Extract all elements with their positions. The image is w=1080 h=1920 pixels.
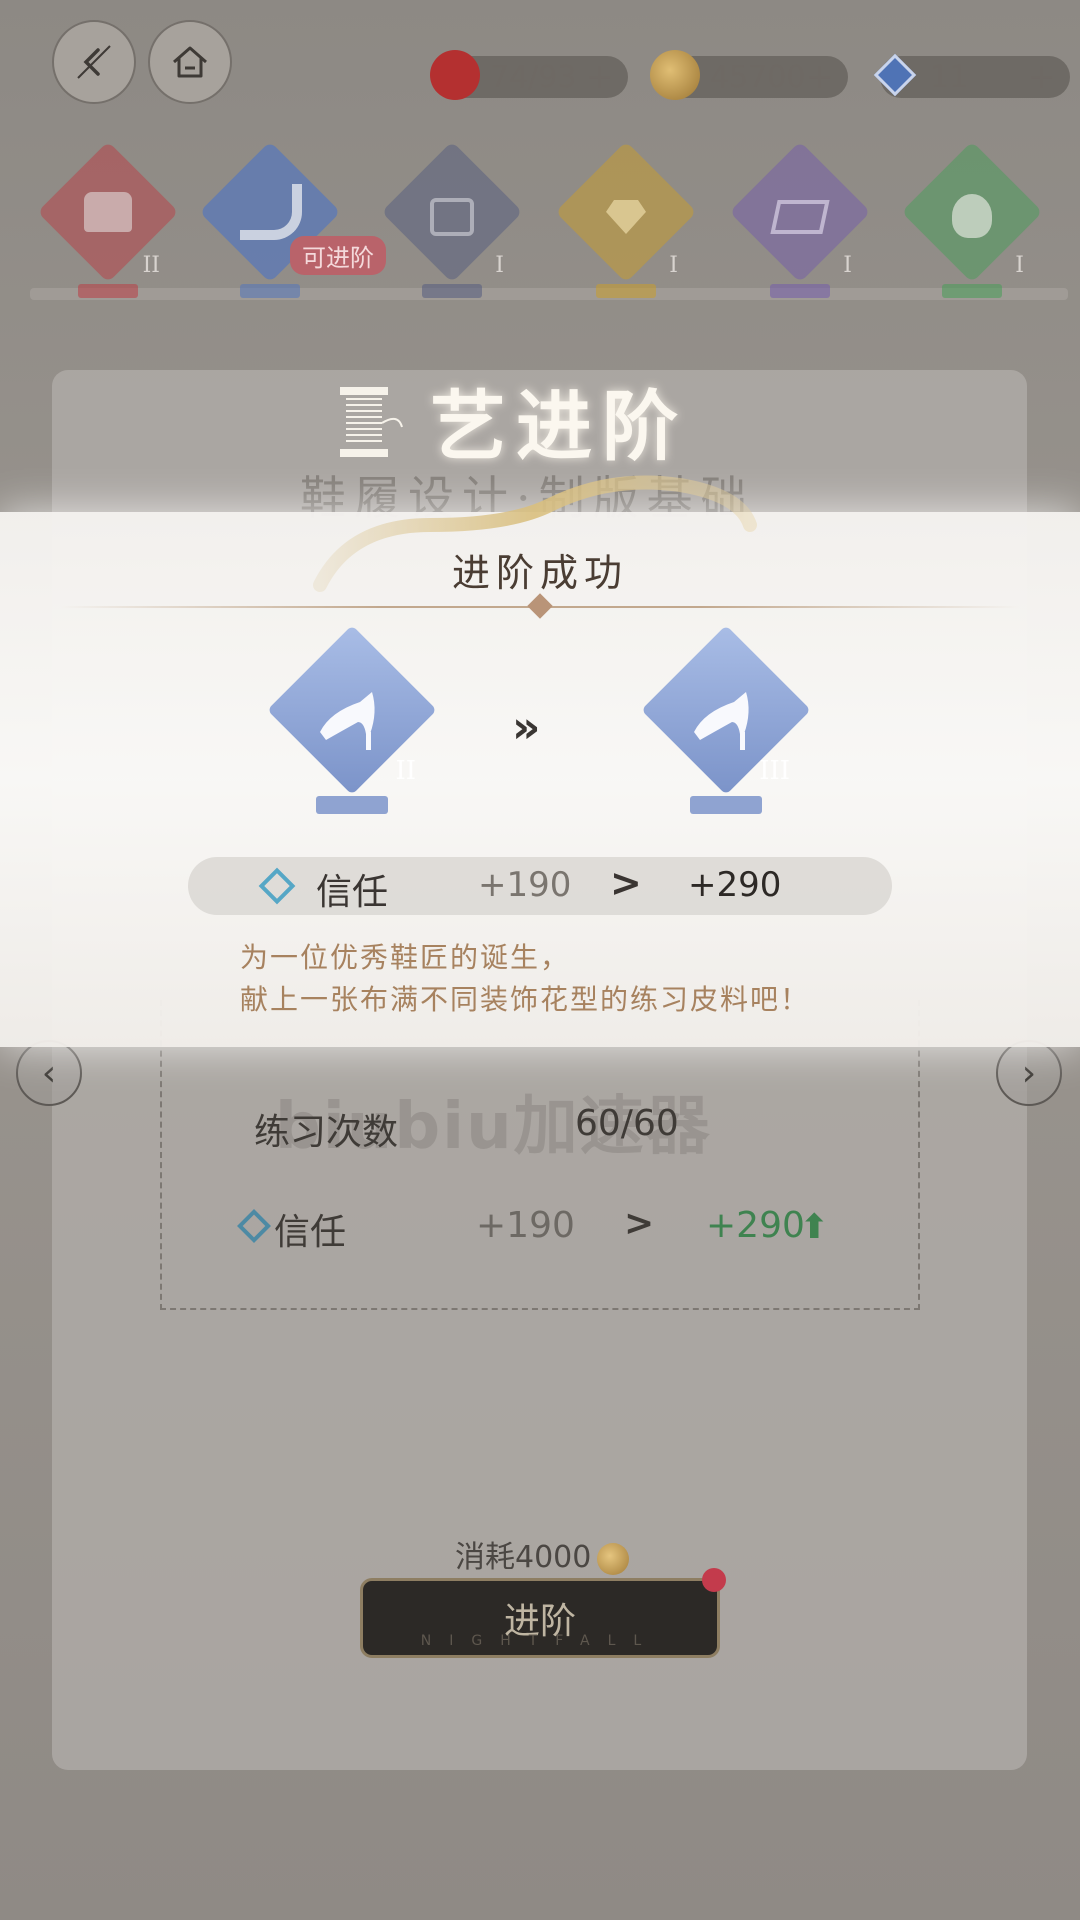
back-button[interactable] [52,20,136,104]
up-arrow-icon: ⬆ [800,1207,829,1247]
home-icon [173,46,207,78]
stamina-value: 74/93 [490,59,577,95]
thread-spool-icon [340,387,403,457]
gold-sparkle-decoration [313,475,757,592]
apple-icon [430,50,480,100]
chevron-right-icon: > [610,861,642,905]
laptop-icon [770,200,830,234]
high-heel-icon [694,692,749,750]
home-button[interactable] [148,20,232,104]
stamina-plus-button[interactable]: + [586,56,615,98]
gem-resource[interactable]: 11 + [873,53,1070,98]
category-shoes[interactable]: II [199,141,341,298]
previous-arrow-button[interactable]: ‹ [16,1040,82,1106]
trust-to-value: +290 [706,1205,805,1246]
advance-button-subtitle: NIGHTFALL [420,1633,660,1649]
chevron-left-icon: ‹ [41,1052,57,1094]
divider-star-icon [527,593,553,619]
category-electronics[interactable]: I [729,141,871,298]
level-to: III [759,756,790,786]
shoe-level-to: III [634,625,814,822]
back-arrow-icon [77,45,111,79]
gem-value: 11 [930,59,969,95]
jacket-icon [84,192,132,232]
trust-stat-row: 信任 +190 > +290 [188,857,892,915]
category-level: I [1015,253,1024,278]
coin-value: 45700 [710,59,806,95]
advance-button[interactable]: 进阶 NIGHTFALL [360,1578,720,1658]
category-jewelry[interactable]: I [555,141,697,298]
flavor-text: 为一位优秀鞋匠的诞生， 献上一张布满不同装饰花型的练习皮料吧！ [240,937,810,1021]
popup-title: 艺进阶 [320,365,780,475]
trust-to-value: +290 [688,865,782,905]
trust-arrow: > [624,1203,655,1244]
teddy-bear-icon [952,194,992,238]
cost-display: 消耗4000 [455,1532,630,1576]
high-heel-icon [320,692,375,750]
notification-dot [702,1568,726,1592]
level-from: II [395,756,416,786]
trust-gem-icon [258,867,296,905]
trust-label: 信任 [316,872,389,913]
gem-plus-button[interactable]: + [1028,56,1057,98]
flavor-line-1: 为一位优秀鞋匠的诞生， [240,941,571,974]
chevron-right-icon: › [1021,1052,1037,1094]
stamina-resource[interactable]: 74/93 + [430,50,628,100]
category-shelf: II II 可进阶 I I I I [0,120,1080,320]
coin-plus-button[interactable]: + [806,56,835,98]
practice-count-value: 60/60 [575,1103,679,1144]
category-bags[interactable]: I [381,141,523,298]
category-level: I [495,253,504,278]
trust-label: 信任 [274,1212,347,1253]
category-level: I [669,253,678,278]
coin-icon [597,1542,630,1575]
popup-title-text: 艺进阶 [430,382,688,471]
flavor-line-2: 献上一张布满不同装饰花型的练习皮料吧！ [240,983,811,1016]
next-arrow-button[interactable]: › [996,1040,1062,1106]
category-level: II [142,253,160,278]
category-toys[interactable]: I [901,141,1043,298]
high-heel-icon [240,184,302,240]
category-clothing[interactable]: II [37,141,179,298]
handbag-icon [430,198,474,236]
coin-resource[interactable]: 45700 + [650,50,848,100]
gem-icon [870,50,920,100]
category-level: I [843,253,852,278]
promote-available-badge: 可进阶 [290,236,386,275]
cost-label: 消耗4000 [455,1540,592,1575]
coin-icon [650,50,700,100]
practice-count-label: 练习次数 [254,1112,399,1153]
shoe-level-from: II [260,625,440,822]
top-bar: 74/93 + 45700 + 11 + [0,0,1080,130]
double-chevron-icon: » [512,702,541,753]
trust-from-value: +190 [476,1205,575,1246]
trust-from-value: +190 [478,865,572,905]
